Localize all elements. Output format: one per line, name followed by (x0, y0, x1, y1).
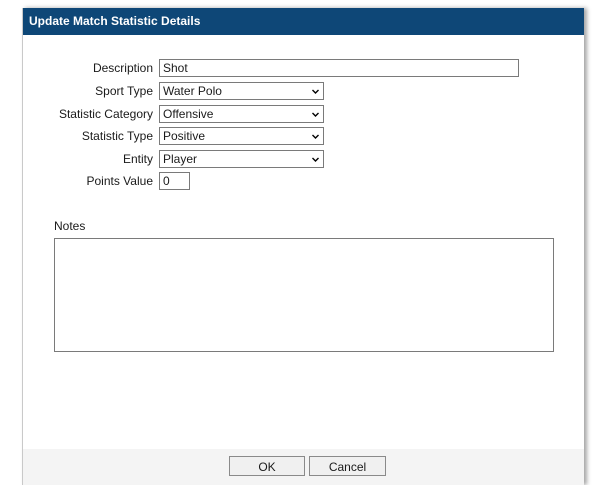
points-value-row: Points Value 0 (23, 172, 584, 190)
chevron-down-icon (312, 89, 319, 94)
sport-type-value: Water Polo (163, 84, 222, 98)
statistic-category-select[interactable]: Offensive (159, 105, 324, 123)
description-label: Description (92, 61, 153, 75)
points-value-input[interactable]: 0 (159, 172, 190, 190)
description-input[interactable]: Shot (159, 59, 519, 77)
entity-value: Player (163, 152, 198, 166)
statistic-type-value: Positive (163, 129, 206, 143)
sport-type-label: Sport Type (95, 84, 153, 98)
statistic-category-value: Offensive (163, 107, 214, 121)
entity-select[interactable]: Player (159, 150, 324, 168)
chevron-down-icon (312, 157, 319, 162)
notes-label: Notes (54, 219, 86, 233)
ok-button[interactable]: OK (229, 456, 305, 476)
entity-row: Entity Player (23, 150, 584, 168)
cancel-button[interactable]: Cancel (309, 456, 386, 476)
update-match-statistic-dialog: Update Match Statistic Details Descripti… (22, 8, 584, 485)
entity-label: Entity (122, 152, 153, 166)
statistic-type-select[interactable]: Positive (159, 127, 324, 145)
description-row: Description Shot (23, 59, 584, 77)
chevron-down-icon (312, 112, 319, 117)
notes-textarea[interactable] (54, 238, 554, 352)
statistic-type-label: Statistic Type (81, 129, 153, 143)
statistic-category-label: Statistic Category (58, 107, 153, 121)
dialog-title: Update Match Statistic Details (23, 8, 584, 35)
sport-type-select[interactable]: Water Polo (159, 82, 324, 100)
dialog-footer: OK Cancel (23, 449, 584, 485)
statistic-category-row: Statistic Category Offensive (23, 105, 584, 123)
statistic-type-row: Statistic Type Positive (23, 127, 584, 145)
chevron-down-icon (312, 134, 319, 139)
sport-type-row: Sport Type Water Polo (23, 82, 584, 100)
points-value-label: Points Value (86, 174, 154, 188)
